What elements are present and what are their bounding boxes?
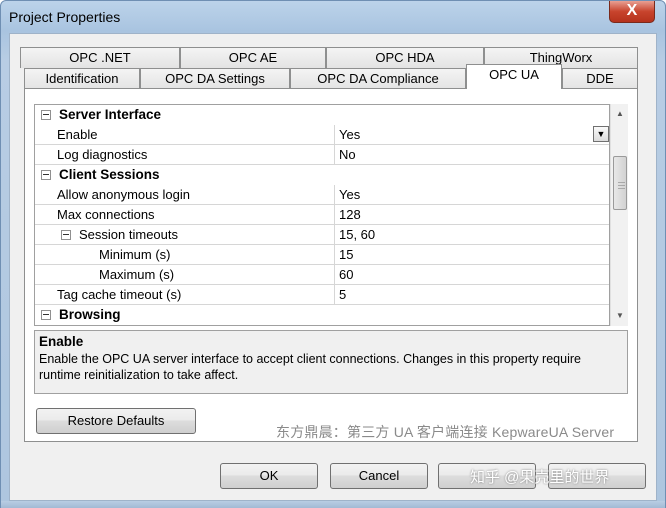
property-label: Client Sessions [59, 167, 160, 182]
property-value-text: 128 [339, 207, 361, 222]
property-name: Allow anonymous login [35, 185, 335, 205]
tab-dde[interactable]: DDE [562, 68, 638, 89]
property-value[interactable]: 128 [335, 205, 609, 225]
property-value-text: 15, 60 [339, 227, 376, 242]
property-label: Allow anonymous login [57, 187, 190, 202]
dropdown-arrow-icon[interactable]: ▼ [593, 126, 609, 142]
property-name: Max connections [35, 205, 335, 225]
property-value[interactable]: 60 [335, 265, 609, 285]
grid-property-row[interactable]: Max connections 128 [35, 205, 609, 225]
zhihu-watermark: 知乎 @果壳里的世界 [470, 469, 610, 486]
property-name: Enable [35, 125, 335, 145]
grid-category-row[interactable]: Server Interface [35, 105, 609, 125]
tab-opc-da-compliance[interactable]: OPC DA Compliance [290, 68, 466, 89]
property-name: Tag cache timeout (s) [35, 285, 335, 305]
property-label: Server Interface [59, 107, 162, 122]
property-value[interactable]: 15 [335, 245, 609, 265]
scroll-up-arrow-icon[interactable]: ▲ [611, 106, 629, 122]
grid-property-row[interactable]: Log diagnostics No [35, 145, 609, 165]
property-value-text: No [339, 147, 356, 162]
tab-opc-net[interactable]: OPC .NET [20, 47, 180, 68]
property-value[interactable]: 5 [335, 285, 609, 305]
property-grid-scrollbar[interactable]: ▲ ― ― ― ▼ [610, 104, 628, 326]
collapse-toggle-icon[interactable] [41, 310, 51, 320]
tab-identification[interactable]: Identification [24, 68, 140, 89]
property-label: Minimum (s) [99, 247, 171, 262]
tab-opc-hda[interactable]: OPC HDA [326, 47, 484, 68]
restore-defaults-button[interactable]: Restore Defaults [36, 408, 196, 434]
property-label: Log diagnostics [57, 147, 148, 162]
tab-opc-ua[interactable]: OPC UA [466, 64, 562, 89]
property-name: Minimum (s) [35, 245, 335, 265]
property-value-text: Yes [339, 187, 361, 202]
grip-icon: ― ― ― [618, 179, 625, 192]
property-value[interactable]: 15, 60 [335, 225, 609, 245]
property-label: Maximum (s) [99, 267, 175, 282]
property-name: Session timeouts [35, 225, 335, 245]
grid-property-row[interactable]: Session timeouts 15, 60 [35, 225, 609, 245]
window-bottom-edge [1, 501, 665, 508]
property-name: Maximum (s) [35, 265, 335, 285]
grid-property-row[interactable]: Allow anonymous login Yes [35, 185, 609, 205]
property-label: Session timeouts [79, 227, 178, 242]
grid-property-row[interactable]: Maximum (s) 60 [35, 265, 609, 285]
property-value-text: 60 [339, 267, 354, 282]
collapse-toggle-icon[interactable] [61, 230, 71, 240]
property-value[interactable]: No [335, 145, 609, 165]
cancel-button[interactable]: Cancel [330, 463, 428, 489]
window-title: Project Properties [9, 9, 121, 25]
property-value[interactable]: Yes [335, 185, 609, 205]
scroll-thumb[interactable]: ― ― ― [613, 156, 627, 210]
property-name: Client Sessions [35, 165, 609, 185]
property-name: Server Interface [35, 105, 609, 125]
ok-button[interactable]: OK [220, 463, 318, 489]
tab-opc-ae[interactable]: OPC AE [180, 47, 326, 68]
property-label: Tag cache timeout (s) [57, 287, 182, 302]
property-label: Max connections [57, 207, 155, 222]
title-bar[interactable]: Project Properties X [1, 1, 665, 33]
grid-category-row[interactable]: Browsing [35, 305, 609, 325]
description-text: Enable the OPC UA server interface to ac… [39, 352, 581, 382]
property-value[interactable]: Yes ▼ [335, 125, 609, 145]
property-label: Enable [57, 127, 98, 142]
close-button[interactable]: X [609, 1, 655, 23]
property-name: Log diagnostics [35, 145, 335, 165]
collapse-toggle-icon[interactable] [41, 170, 51, 180]
property-value-text: 15 [339, 247, 354, 262]
property-value-text: 5 [339, 287, 347, 302]
collapse-toggle-icon[interactable] [41, 110, 51, 120]
caption-watermark: 东方鼎晨：第三方 UA 客户端连接 KepwareUA Server [276, 424, 615, 440]
property-name: Browsing [35, 305, 609, 325]
grid-property-row[interactable]: Enable Yes ▼ [35, 125, 609, 145]
description-title: Enable [39, 334, 84, 349]
property-label: Browsing [59, 307, 121, 322]
scroll-down-arrow-icon[interactable]: ▼ [611, 308, 629, 324]
property-description-panel: Enable Enable the OPC UA server interfac… [34, 330, 628, 394]
property-grid[interactable]: Server Interface Enable Yes ▼ Log diagnostic… [34, 104, 610, 326]
grid-property-row[interactable]: Tag cache timeout (s) 5 [35, 285, 609, 305]
grid-property-row[interactable]: Minimum (s) 15 [35, 245, 609, 265]
tab-opc-da-settings[interactable]: OPC DA Settings [140, 68, 290, 89]
property-value-text: Yes [339, 127, 361, 142]
grid-category-row[interactable]: Client Sessions [35, 165, 609, 185]
